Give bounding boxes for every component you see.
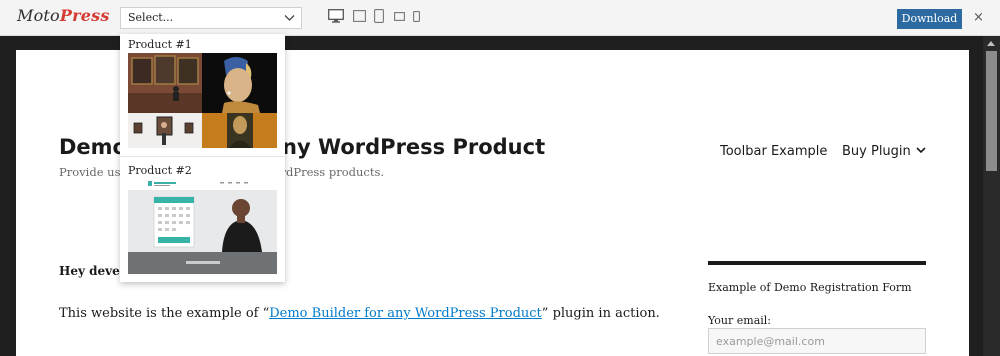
tablet-landscape-icon[interactable]	[394, 12, 405, 21]
laptop-icon[interactable]	[353, 10, 366, 22]
intro-paragraph: This website is the example of “Demo Bui…	[59, 306, 660, 321]
close-icon[interactable]: ×	[973, 10, 984, 25]
preview-scrollbar[interactable]	[983, 36, 1000, 356]
product-dropdown-menu: Product #1 Product #2	[120, 34, 285, 282]
top-toolbar: MotoPress Select... Download ×	[0, 0, 1000, 36]
chevron-down-icon	[284, 15, 295, 21]
motopress-logo[interactable]: MotoPress	[17, 6, 110, 25]
logo-text-moto: Moto	[17, 6, 60, 25]
paragraph-text-after: ” plugin in action.	[541, 306, 660, 321]
art-gallery-thumbnail[interactable]	[128, 53, 277, 148]
scroll-up-arrow-icon[interactable]	[987, 41, 995, 46]
chevron-down-icon[interactable]	[916, 147, 926, 154]
product-select[interactable]: Select...	[120, 7, 302, 29]
download-button[interactable]: Download	[897, 9, 962, 29]
product-select-value: Select...	[128, 11, 174, 24]
plugin-link[interactable]: Demo Builder for any WordPress Product	[269, 306, 542, 321]
phone-icon[interactable]	[413, 11, 420, 22]
product-option-label[interactable]: Product #2	[128, 164, 192, 177]
paragraph-text-before: This website is the example of “	[59, 306, 270, 321]
widget-title: Example of Demo Registration Form	[708, 281, 912, 294]
product-option-label[interactable]: Product #1	[128, 38, 192, 51]
dropdown-separator	[120, 156, 285, 157]
widget-divider	[708, 261, 926, 265]
desktop-icon[interactable]	[328, 9, 344, 23]
email-field[interactable]	[708, 328, 926, 354]
email-label: Your email:	[708, 314, 772, 327]
logo-text-press: Press	[59, 6, 110, 25]
business-site-thumbnail[interactable]	[128, 178, 277, 274]
tablet-portrait-icon[interactable]	[374, 9, 384, 23]
scrollbar-thumb[interactable]	[986, 51, 997, 171]
nav-item-buy-plugin[interactable]: Buy Plugin	[842, 144, 911, 159]
nav-item-toolbar-example[interactable]: Toolbar Example	[720, 144, 827, 159]
